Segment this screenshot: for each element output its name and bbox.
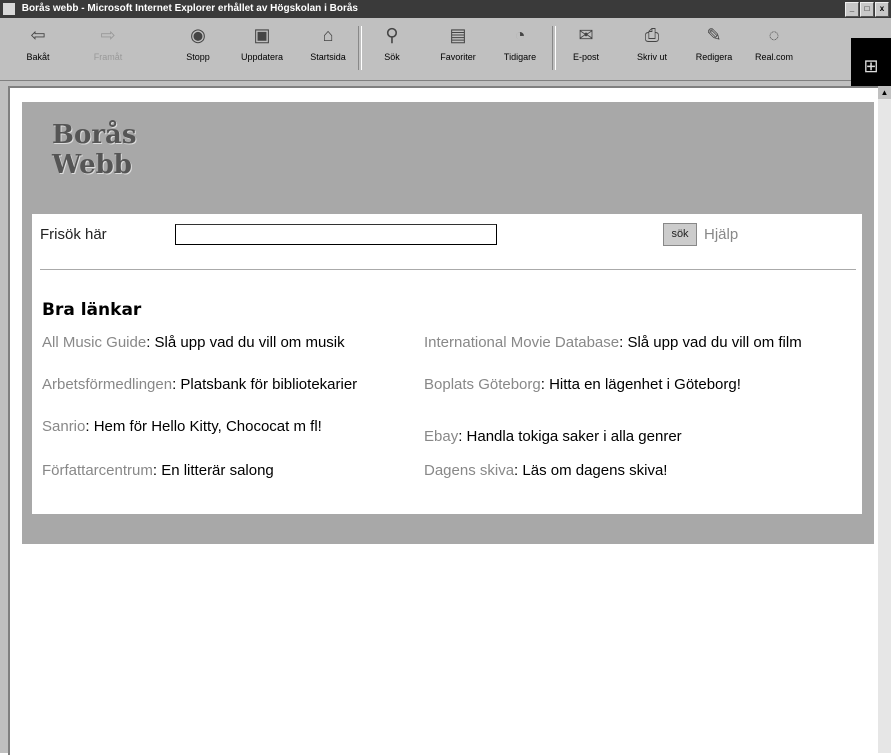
link-boplats[interactable]: Boplats Göteborg <box>424 376 541 393</box>
stop-button[interactable]: ◉ Stopp <box>174 24 222 72</box>
search-input[interactable] <box>175 224 497 245</box>
link-item: Ebay: Handla tokiga saker i alla genrer <box>424 429 844 445</box>
refresh-button[interactable]: ▣ Uppdatera <box>238 24 286 72</box>
print-button[interactable]: ⎙ Skriv ut <box>628 24 676 72</box>
link-ebay[interactable]: Ebay <box>424 428 458 445</box>
forward-button[interactable]: ⇨ Framåt <box>84 24 132 72</box>
favorites-button[interactable]: ▤ Favoriter <box>434 24 482 72</box>
history-button[interactable]: ◔ Tidigare <box>496 24 544 72</box>
help-link[interactable]: Hjälp <box>704 226 738 243</box>
link-item: All Music Guide: Slå upp vad du vill om … <box>42 335 402 351</box>
link-arbetsformedlingen[interactable]: Arbetsförmedlingen <box>42 376 172 393</box>
minimize-button[interactable]: _ <box>845 2 859 17</box>
maximize-button[interactable]: □ <box>860 2 874 17</box>
link-dagens-skiva[interactable]: Dagens skiva <box>424 462 514 479</box>
link-forfattarcentrum[interactable]: Författarcentrum <box>42 462 153 479</box>
link-desc: : Läs om dagens skiva! <box>514 462 668 479</box>
refresh-icon: ▣ <box>253 25 271 45</box>
title-bar: Borås webb - Microsoft Internet Explorer… <box>0 0 891 18</box>
history-icon: ◔ <box>514 25 526 45</box>
link-item: Sanrio: Hem för Hello Kitty, Chococat m … <box>42 419 414 435</box>
edit-icon: ✎ <box>706 25 722 45</box>
real-button[interactable]: ◌ Real.com <box>750 24 798 72</box>
divider <box>40 269 856 270</box>
link-imdb[interactable]: International Movie Database <box>424 334 619 351</box>
scroll-up-icon[interactable]: ▲ <box>878 86 891 99</box>
stop-icon: ◉ <box>190 25 206 45</box>
logo-line-2: Webb <box>52 150 132 180</box>
link-item: Författarcentrum: En litterär salong <box>42 463 414 479</box>
link-desc: : Hitta en lägenhet i Göteborg! <box>540 376 741 393</box>
content-box: Frisök här sök Hjälp Bra länkar All Musi… <box>32 214 862 514</box>
site-panel: Borås Webb Frisök här sök Hjälp Bra länk… <box>22 102 874 544</box>
vertical-scrollbar[interactable]: ▲ <box>878 86 891 753</box>
search-submit-button[interactable]: sök <box>663 223 697 246</box>
link-all-music-guide[interactable]: All Music Guide <box>42 334 146 351</box>
search-label: Frisök här <box>40 226 107 243</box>
close-button[interactable]: x <box>875 2 889 17</box>
favorites-icon: ▤ <box>449 25 467 45</box>
search-button-toolbar[interactable]: ⚲ Sök <box>368 24 416 72</box>
back-button[interactable]: ⇦ Bakåt <box>14 24 62 72</box>
back-arrow-icon: ⇦ <box>30 25 46 45</box>
link-item: Dagens skiva: Läs om dagens skiva! <box>424 463 844 479</box>
link-desc: : Hem för Hello Kitty, Chococat m fl! <box>85 418 322 435</box>
ie-app-icon <box>3 3 15 15</box>
page-content: Borås Webb Frisök här sök Hjälp Bra länk… <box>8 86 880 755</box>
link-desc: : En litterär salong <box>152 462 274 479</box>
home-icon: ⌂ <box>322 25 334 45</box>
mail-icon: ✉ <box>578 25 594 45</box>
link-desc: : Slå upp vad du vill om film <box>619 334 802 351</box>
forward-arrow-icon: ⇨ <box>100 25 116 45</box>
window-title: Borås webb - Microsoft Internet Explorer… <box>21 3 358 14</box>
home-button[interactable]: ⌂ Startsida <box>304 24 352 72</box>
print-icon: ⎙ <box>644 25 660 45</box>
link-item: Boplats Göteborg: Hitta en lägenhet i Gö… <box>424 377 844 393</box>
logo-line-1: Borås <box>52 120 137 150</box>
mail-button[interactable]: ✉ E-post <box>562 24 610 72</box>
browser-toolbar: ⇦ Bakåt ⇨ Framåt ◉ Stopp ▣ Uppdatera ⌂ S… <box>0 18 891 94</box>
real-icon: ◌ <box>768 25 780 45</box>
browser-window: Borås webb - Microsoft Internet Explorer… <box>0 0 891 755</box>
search-icon: ⚲ <box>385 25 399 45</box>
link-sanrio[interactable]: Sanrio <box>42 418 85 435</box>
link-desc: : Handla tokiga saker i alla genrer <box>458 428 682 445</box>
links-heading: Bra länkar <box>42 300 142 320</box>
link-desc: : Slå upp vad du vill om musik <box>146 334 345 351</box>
link-item: Arbetsförmedlingen: Platsbank för biblio… <box>42 377 402 393</box>
link-item: International Movie Database: Slå upp va… <box>424 335 844 351</box>
toolbar-separator <box>552 26 556 70</box>
site-logo: Borås Webb <box>52 120 137 180</box>
link-desc: : Platsbank för bibliotekarier <box>172 376 358 393</box>
toolbar-separator <box>358 26 362 70</box>
edit-button[interactable]: ✎ Redigera <box>690 24 738 72</box>
